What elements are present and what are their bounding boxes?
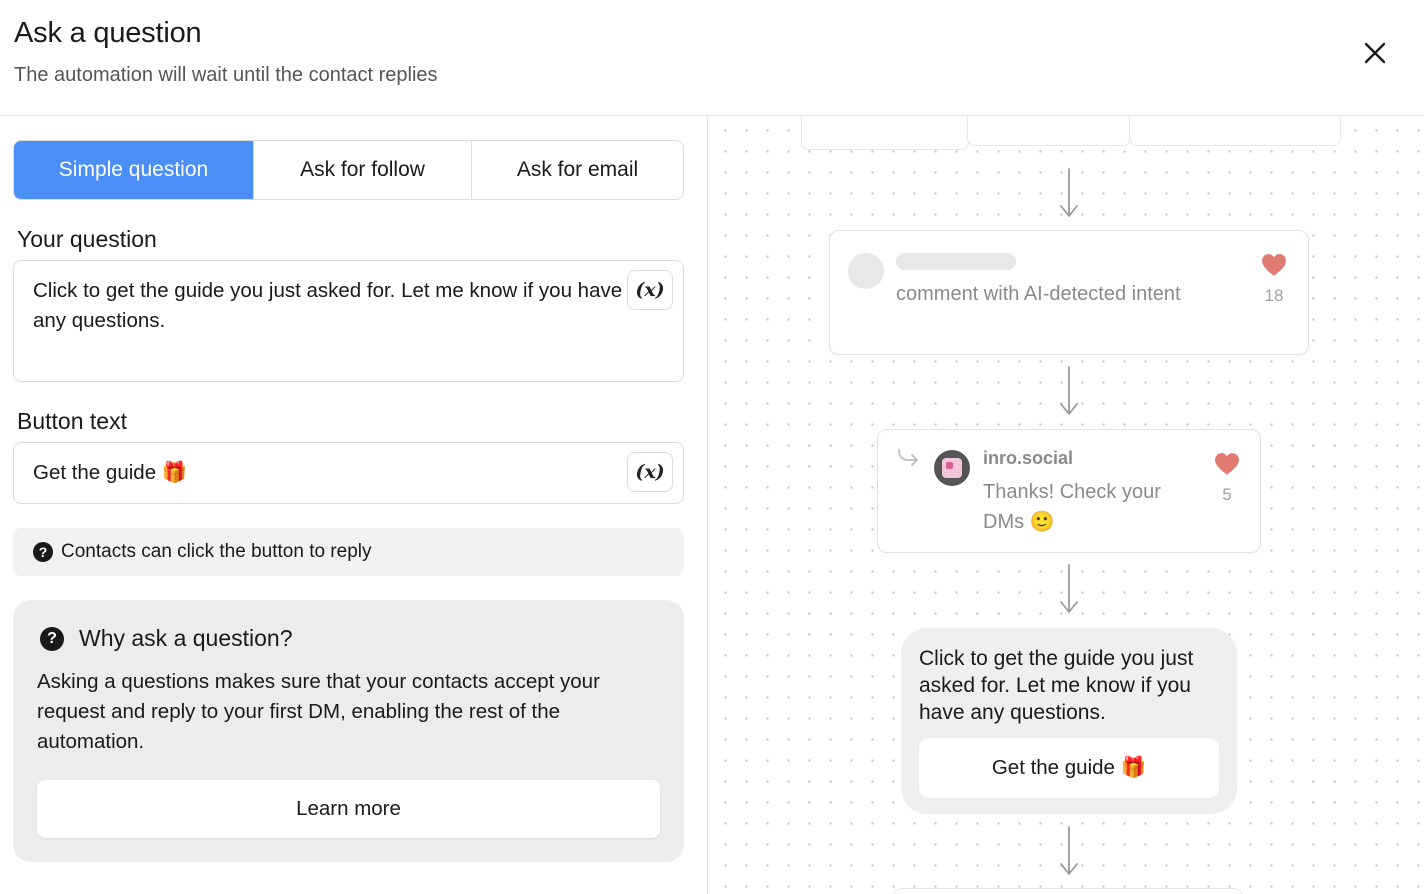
- question-label: Your question: [17, 226, 157, 252]
- flow-node-stub: [967, 116, 1131, 146]
- reply-arrow-icon: [898, 449, 918, 466]
- avatar-placeholder: [848, 253, 884, 289]
- comment-trigger-node[interactable]: comment with AI-detected intent 18: [829, 230, 1309, 355]
- tab-simple-question[interactable]: Simple question: [14, 141, 254, 199]
- dm-message-text: Click to get the guide you just asked fo…: [919, 647, 1194, 724]
- flow-arrow-down-icon: [1059, 366, 1079, 416]
- close-button[interactable]: [1355, 33, 1395, 73]
- flow-node-stub: [893, 888, 1243, 894]
- button-text-input[interactable]: Get the guide 🎁 (x): [13, 442, 684, 504]
- info-title: Why ask a question?: [79, 625, 293, 651]
- public-reply-node[interactable]: inro.social Thanks! Check your DMs 🙂 5: [877, 429, 1261, 553]
- insert-variable-button[interactable]: (x): [627, 270, 673, 310]
- dialog-subtitle: The automation will wait until the conta…: [14, 64, 438, 86]
- flow-node-stub: [1129, 116, 1341, 146]
- inro-avatar: [934, 450, 970, 486]
- like-count: 5: [1222, 485, 1232, 504]
- flow-arrow-down-icon: [1059, 168, 1079, 218]
- username-placeholder: [896, 253, 1016, 270]
- question-circle-icon: ?: [40, 627, 64, 651]
- tab-ask-for-follow[interactable]: Ask for follow: [254, 141, 472, 199]
- hint-banner: ? Contacts can click the button to reply: [13, 528, 684, 576]
- reply-text: Thanks! Check your DMs 🙂: [983, 481, 1161, 533]
- flow-node-stub: [801, 116, 969, 150]
- flow-arrow-down-icon: [1059, 826, 1079, 876]
- question-circle-icon: ?: [33, 542, 53, 562]
- heart-icon: [1262, 254, 1286, 276]
- question-textarea[interactable]: Click to get the guide you just asked fo…: [13, 260, 684, 382]
- question-type-tabs: Simple question Ask for follow Ask for e…: [13, 140, 684, 200]
- info-body: Asking a questions makes sure that your …: [37, 670, 600, 753]
- flow-arrow-down-icon: [1059, 564, 1079, 614]
- insert-variable-button[interactable]: (x): [627, 452, 673, 492]
- question-text[interactable]: Click to get the guide you just asked fo…: [33, 276, 623, 336]
- close-icon: [1364, 42, 1386, 64]
- button-text-label: Button text: [17, 408, 127, 434]
- hint-text: Contacts can click the button to reply: [61, 541, 372, 562]
- flow-preview-canvas[interactable]: comment with AI-detected intent 18 inro.…: [709, 116, 1424, 894]
- heart-icon: [1215, 453, 1239, 475]
- dialog-header: Ask a question The automation will wait …: [0, 0, 1424, 116]
- tab-ask-for-email[interactable]: Ask for email: [472, 141, 683, 199]
- reply-username: inro.social: [983, 448, 1074, 468]
- dm-guide-button[interactable]: Get the guide 🎁: [919, 738, 1219, 798]
- dialog-title: Ask a question: [14, 17, 202, 49]
- info-card: ? Why ask a question? Asking a questions…: [13, 600, 684, 862]
- button-text-value[interactable]: Get the guide 🎁: [33, 458, 187, 488]
- learn-more-button[interactable]: Learn more: [37, 780, 660, 838]
- settings-panel: Simple question Ask for follow Ask for e…: [0, 116, 708, 894]
- like-count: 18: [1264, 286, 1284, 305]
- dm-message-bubble[interactable]: Click to get the guide you just asked fo…: [901, 628, 1237, 814]
- comment-text: comment with AI-detected intent: [896, 283, 1181, 305]
